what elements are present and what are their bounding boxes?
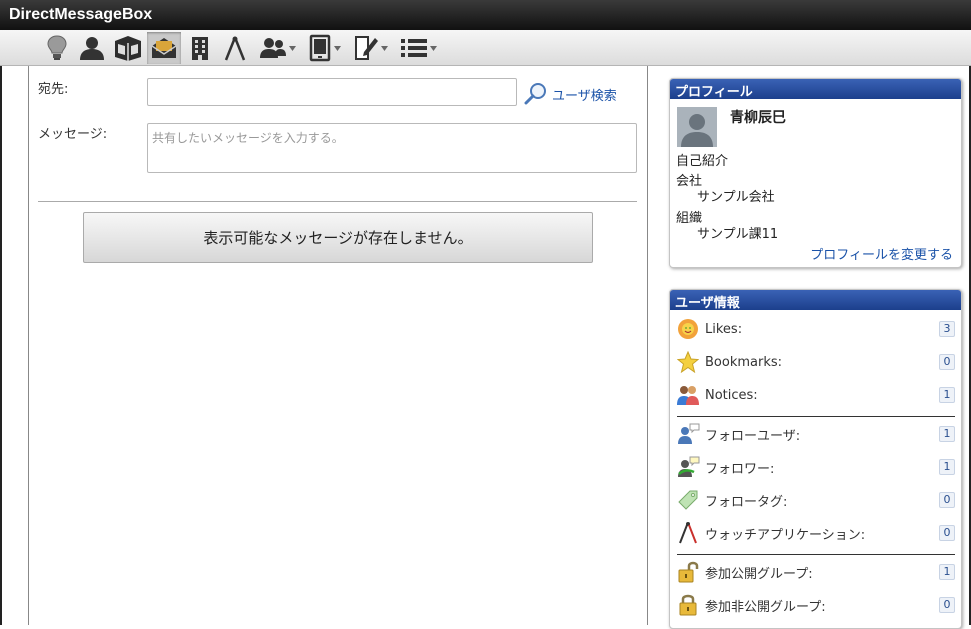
chevron-down-icon: [288, 45, 296, 51]
content-divider: [647, 66, 648, 625]
form-divider: [38, 201, 637, 202]
stat-count: 0: [939, 597, 955, 613]
toolbar-button-lightbulb[interactable]: [42, 32, 72, 64]
toolbar-button-user[interactable]: [77, 32, 107, 64]
no-messages-notice: 表示可能なメッセージが存在しません。: [83, 212, 593, 263]
edit-profile-link[interactable]: プロフィールを変更する: [810, 244, 953, 263]
stat-label: Notices:: [705, 387, 758, 403]
toolbar-button-compass[interactable]: [220, 32, 250, 64]
to-label: 宛先:: [38, 82, 69, 97]
stat-row-follow-tags[interactable]: フォロータグ: 0: [676, 487, 956, 513]
user-info-panel: ユーザ情報 Likes: 3 Bookmarks: 0 Notices: 1 フ…: [669, 289, 962, 629]
search-icon: [524, 83, 546, 105]
stat-label: フォロワー:: [705, 461, 775, 477]
window-title: DirectMessageBox: [0, 0, 971, 30]
lightbulb-icon: [47, 35, 67, 60]
stat-count: 0: [939, 525, 955, 541]
stat-row-bookmarks[interactable]: Bookmarks: 0: [676, 349, 956, 375]
avatar: [677, 107, 717, 147]
toolbar-button-group[interactable]: [256, 32, 298, 64]
stat-row-notices[interactable]: Notices: 1: [676, 382, 956, 408]
window-border-left: [0, 30, 2, 625]
chevron-down-icon: [333, 45, 341, 51]
message-label: メッセージ:: [38, 127, 108, 142]
likes-icon: [678, 319, 698, 339]
chevron-down-icon: [429, 45, 437, 51]
chevron-down-icon: [380, 45, 388, 51]
toolbar-button-building[interactable]: [186, 32, 214, 64]
lock-icon: [679, 594, 697, 616]
bio-label: 自己紹介: [676, 154, 729, 169]
toolbar-button-tablet[interactable]: [304, 32, 344, 64]
to-input[interactable]: [147, 78, 517, 106]
unlock-icon: [678, 561, 699, 583]
edit-icon: [354, 36, 378, 60]
star-icon: [677, 351, 699, 373]
stat-label: 参加公開グループ:: [705, 566, 813, 582]
stat-count: 1: [939, 459, 955, 475]
company-value: サンプル会社: [697, 190, 775, 205]
stat-label: 参加非公開グループ:: [705, 599, 826, 615]
box-icon: [115, 36, 141, 61]
notices-icon: [677, 386, 699, 405]
toolbar-button-edit[interactable]: [350, 32, 390, 64]
follow-user-icon: [678, 423, 700, 444]
user-icon: [80, 37, 104, 60]
profile-panel-title: プロフィール: [670, 79, 961, 100]
stats-separator: [677, 554, 955, 555]
org-value: サンプル課11: [697, 227, 779, 242]
stat-row-follow-users[interactable]: フォローユーザ: 1: [676, 421, 956, 447]
avatar-silhouette-icon: [677, 107, 717, 147]
stat-row-public-groups[interactable]: 参加公開グループ: 1: [676, 559, 956, 585]
profile-name: 青柳辰巳: [730, 110, 786, 126]
stat-label: ウォッチアプリケーション:: [705, 527, 866, 543]
compass-icon: [224, 36, 246, 61]
follower-icon: [678, 456, 700, 477]
stat-row-likes[interactable]: Likes: 3: [676, 316, 956, 342]
profile-panel: プロフィール 青柳辰巳 自己紹介 会社 サンプル会社 組織 サンプル課11 プロ…: [669, 78, 962, 268]
tablet-icon: [309, 34, 330, 62]
building-icon: [192, 37, 208, 60]
stat-count: 3: [939, 321, 955, 337]
toolbar-button-box[interactable]: [112, 32, 144, 64]
stat-label: Bookmarks:: [705, 354, 783, 370]
user-info-panel-title: ユーザ情報: [670, 290, 961, 311]
stat-row-followers[interactable]: フォロワー: 1: [676, 454, 956, 480]
stat-count: 1: [939, 426, 955, 442]
stat-label: フォローユーザ:: [705, 428, 801, 444]
mail-icon: [151, 38, 177, 58]
toolbar-button-list[interactable]: [397, 32, 439, 64]
user-search-label: ユーザ検索: [552, 88, 617, 104]
group-icon: [259, 38, 286, 58]
watch-app-icon: [679, 522, 697, 544]
stat-row-private-groups[interactable]: 参加非公開グループ: 0: [676, 592, 956, 618]
stat-count: 0: [939, 492, 955, 508]
tag-icon: [678, 490, 698, 510]
message-input[interactable]: [147, 123, 637, 173]
stats-separator: [677, 416, 955, 417]
list-icon: [400, 39, 427, 57]
stat-count: 0: [939, 354, 955, 370]
stat-label: Likes:: [705, 321, 743, 337]
stat-row-watch-apps[interactable]: ウォッチアプリケーション: 0: [676, 520, 956, 546]
stat-label: フォロータグ:: [705, 494, 788, 510]
toolbar: [0, 30, 971, 66]
stat-count: 1: [939, 564, 955, 580]
stat-count: 1: [939, 387, 955, 403]
user-search-button[interactable]: ユーザ検索: [524, 82, 617, 106]
toolbar-button-message[interactable]: [147, 32, 181, 64]
content-left-border: [28, 66, 29, 625]
